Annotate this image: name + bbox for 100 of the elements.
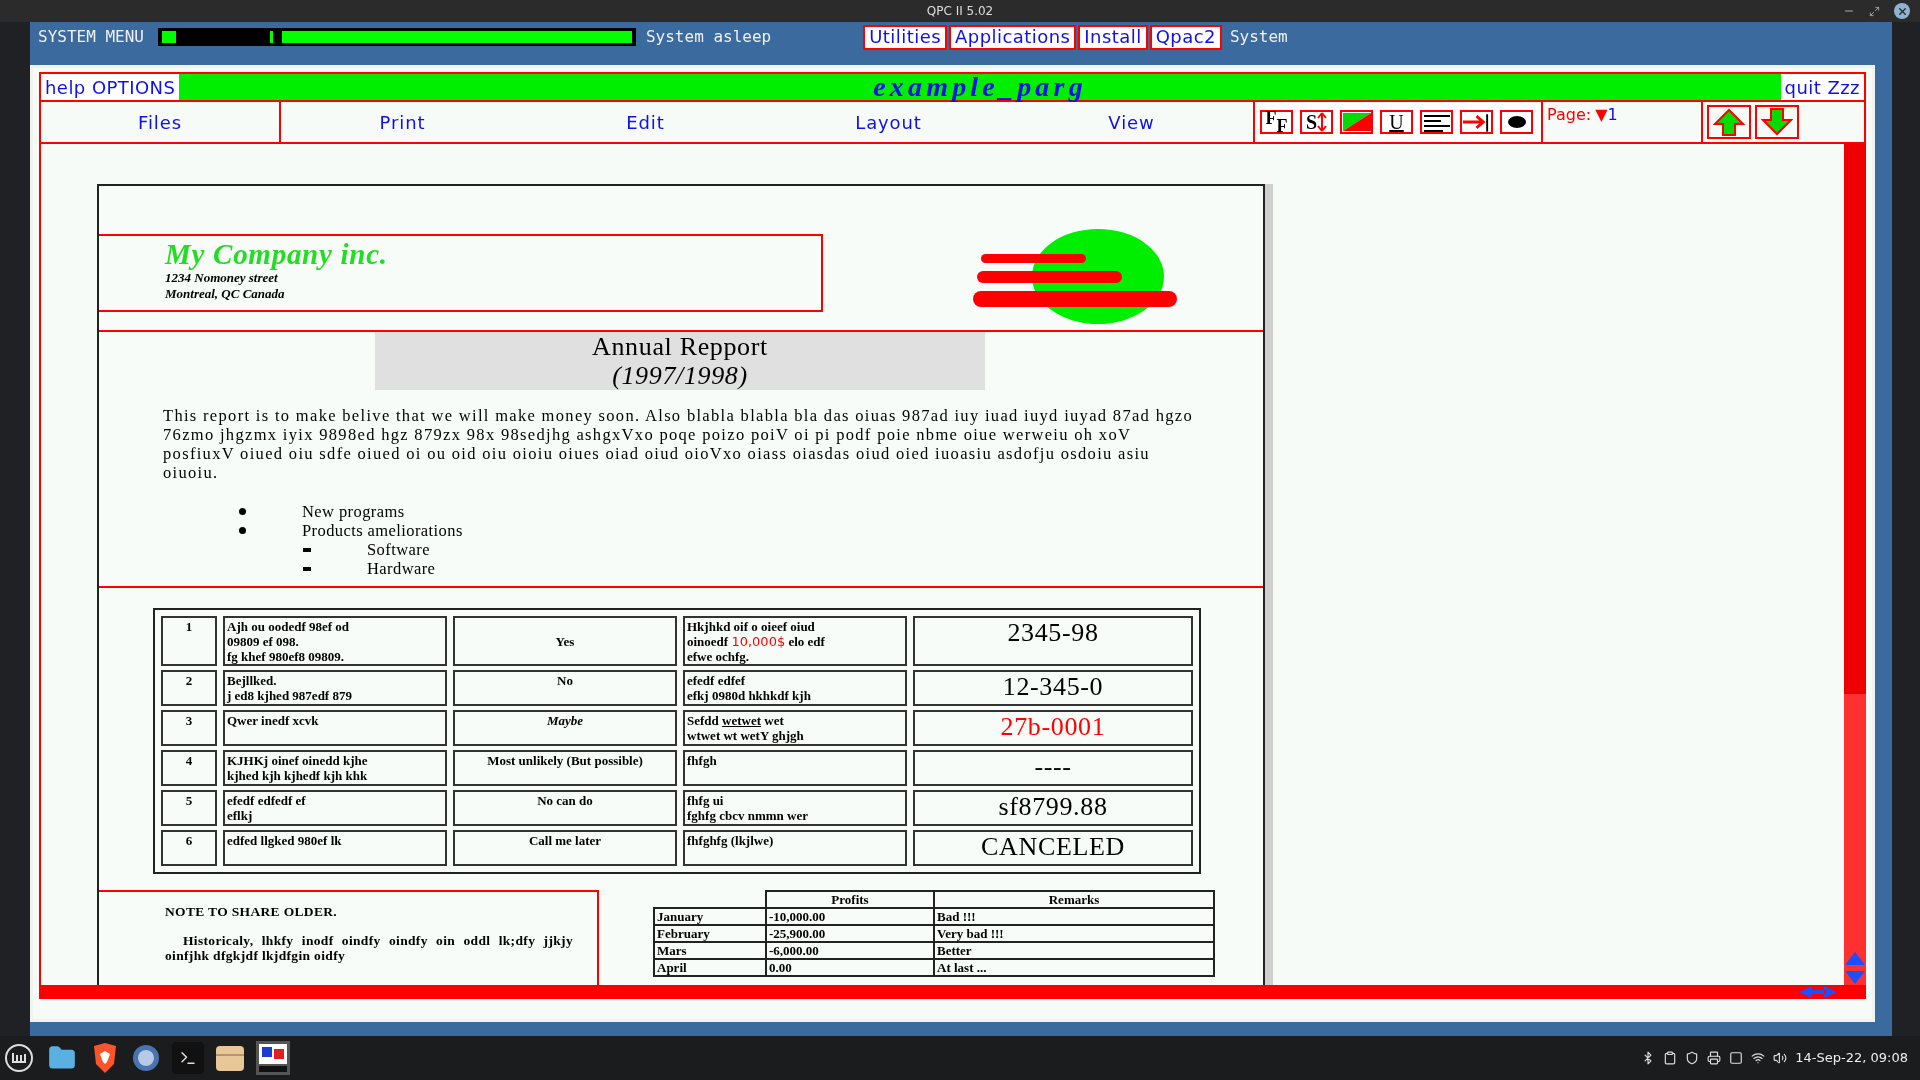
up-down-arrow-icon xyxy=(1317,112,1328,132)
system-menu-item[interactable]: Qpac2 xyxy=(1149,24,1222,50)
table-cell: Maybe xyxy=(453,710,677,746)
align-tool-button[interactable] xyxy=(1420,110,1453,134)
table-cell: Ajh ou oodedf 98ef od 09809 ef 098. fg khef 980ef8 09809. xyxy=(223,616,447,666)
table-cell: edfed llgked 980ef lk xyxy=(223,830,447,866)
volume-icon[interactable] xyxy=(1773,1051,1788,1065)
bullet-text: Hardware xyxy=(367,559,436,578)
table-cell: 2 xyxy=(161,670,217,706)
close-icon xyxy=(1896,5,1908,17)
table-cell: fhfghfg (lkjlwe) xyxy=(683,830,907,866)
horizontal-scrollbar[interactable] xyxy=(39,985,1866,999)
table-cell: sf8799.88 xyxy=(913,790,1193,826)
bullet-text: Products ameliorations xyxy=(302,521,463,540)
menu-icon[interactable] xyxy=(4,1043,34,1073)
report-title: Annual Repport xyxy=(592,332,768,362)
table-cell: 2345-98 xyxy=(913,616,1193,666)
sub-bullet-icon xyxy=(303,547,311,552)
table-cell: -6,000.00 xyxy=(766,942,934,959)
bullet-text: Software xyxy=(367,540,430,559)
table-cell: Sefdd wetwet wet wtwet wt wetY ghjgh xyxy=(683,710,907,746)
table-cell: fhfg ui fghfg cbcv nmmn wer xyxy=(683,790,907,826)
table-cell: efedf edfedf ef eflkj xyxy=(223,790,447,826)
printer-icon[interactable] xyxy=(1707,1051,1722,1065)
quit-button[interactable]: quit Zzz xyxy=(1780,74,1864,100)
menu-item[interactable]: Layout xyxy=(767,102,1010,142)
company-address: 1234 Nomoney street xyxy=(165,270,279,286)
clock-text[interactable]: 14-Sep-22, 09:08 xyxy=(1795,1048,1908,1068)
down-arrow-icon xyxy=(1761,108,1793,136)
note-title: NOTE TO SHARE OLDER. xyxy=(165,904,339,919)
report-years: (1997/1998) xyxy=(612,362,748,390)
menu-item[interactable]: View xyxy=(1010,102,1253,142)
bullet-text: New programs xyxy=(302,502,405,521)
table-cell: -25,900.00 xyxy=(766,925,934,942)
table-cell: Bad !!! xyxy=(934,908,1214,925)
clipboard-icon[interactable] xyxy=(1663,1051,1678,1065)
table-cell: Yes xyxy=(453,616,677,666)
tab-tool-button[interactable] xyxy=(1460,110,1493,134)
shield-icon[interactable] xyxy=(1685,1051,1700,1065)
table-cell: CANCELED xyxy=(913,830,1193,866)
company-address: Montreal, QC Canada xyxy=(165,286,286,302)
restore-icon[interactable] xyxy=(1869,5,1880,17)
close-button[interactable] xyxy=(1894,3,1910,19)
system-menu-label[interactable]: SYSTEM MENU xyxy=(38,25,144,49)
color-tool-button[interactable] xyxy=(1340,110,1373,134)
table-cell: 5 xyxy=(161,790,217,826)
square-icon[interactable] xyxy=(1729,1051,1744,1065)
help-options-button[interactable]: help OPTIONS xyxy=(41,74,180,100)
filled-oval-icon xyxy=(1507,116,1526,128)
box-icon[interactable] xyxy=(214,1043,246,1073)
system-menu-item[interactable]: Install xyxy=(1078,24,1148,50)
report-paragraph: This report is to make belive that we will make money soon. Also blabla blabla bla das oiuas 987ad iuy iuad iuyd iuyad 87ad hgzo 76zmo jhgzmx iyix 9898ed hgz 879zx 98x 98sedjhg ashgxVxo poqe poizo poiV oi pi podf poie nbme oiue werweiu oh xoV posfiuxV oiued oiu sdfe oiued oi ou oid oiu oioiu oiues oiad oiud oioVxo oiass oiasdas oiud oied iuoasiu asdofju osdoiu asiu oiuoiu. xyxy=(163,406,1194,482)
font-tool-button[interactable]: FF xyxy=(1260,110,1293,134)
page-dropdown[interactable]: ▼1 xyxy=(1595,103,1618,127)
wifi-icon[interactable] xyxy=(1751,1051,1766,1065)
menu-item[interactable]: Print xyxy=(281,102,524,142)
table-cell: fhfgh xyxy=(683,750,907,786)
table-cell: Most unlikely (But possible) xyxy=(453,750,677,786)
column-header: Remarks xyxy=(934,891,1214,908)
table-cell: Call me later xyxy=(453,830,677,866)
note-text: Historicaly, lhkfy inodf oindfy oindfy oin oddl lk;dfy jjkjy oinfjhk dfgkjdf lkjdfgin oidfy xyxy=(165,933,573,963)
color-swatch-icon xyxy=(1342,113,1371,131)
column-header: Profits xyxy=(766,891,934,908)
table-cell: January xyxy=(654,908,766,925)
table-cell: At last ... xyxy=(934,959,1214,976)
table-cell: 1 xyxy=(161,616,217,666)
page-down-button[interactable] xyxy=(1755,105,1799,139)
table-cell: 3 xyxy=(161,710,217,746)
vertical-scrollbar[interactable] xyxy=(1844,144,1866,985)
underline-tool-button[interactable]: U xyxy=(1380,110,1413,134)
table-cell: February xyxy=(654,925,766,942)
table-cell: Very bad !!! xyxy=(934,925,1214,942)
scrollbar-thumb[interactable] xyxy=(1844,144,1866,694)
table-cell: Better xyxy=(934,942,1214,959)
page-label: Page: xyxy=(1547,104,1592,126)
table-cell: 0.00 xyxy=(766,959,934,976)
terminal-icon[interactable] xyxy=(172,1042,204,1074)
bullet-icon xyxy=(239,527,246,534)
table-cell: 4 xyxy=(161,750,217,786)
menu-item[interactable]: Edit xyxy=(524,102,767,142)
system-menu-item[interactable]: Applications xyxy=(949,24,1077,50)
bullet-icon xyxy=(239,508,246,515)
bullet-tool-button[interactable] xyxy=(1500,110,1533,134)
table-cell: -10,000.00 xyxy=(766,908,934,925)
table-cell: Bejllked. j ed8 kjhed 987edf 879 xyxy=(223,670,447,706)
table-cell: Mars xyxy=(654,942,766,959)
system-menu-item[interactable]: Utilities xyxy=(863,24,947,50)
table-cell: No xyxy=(453,670,677,706)
table-cell: Qwer inedf xcvk xyxy=(223,710,447,746)
table-cell: KJHKj oinef oinedd kjhe kjhed kjh kjhedf kjh khk xyxy=(223,750,447,786)
qpc-app-icon[interactable] xyxy=(256,1041,290,1075)
sub-bullet-icon xyxy=(303,566,311,571)
up-arrow-icon xyxy=(1713,108,1745,136)
table-cell: No can do xyxy=(453,790,677,826)
table-cell: efedf edfef efkj 0980d hkhkdf kjh xyxy=(683,670,907,706)
table-cell: 27b-0001 xyxy=(913,710,1193,746)
system-status-text: System asleep xyxy=(645,26,772,48)
page-up-button[interactable] xyxy=(1707,105,1751,139)
table-cell: April xyxy=(654,959,766,976)
style-tool-button[interactable]: S xyxy=(1300,110,1333,134)
